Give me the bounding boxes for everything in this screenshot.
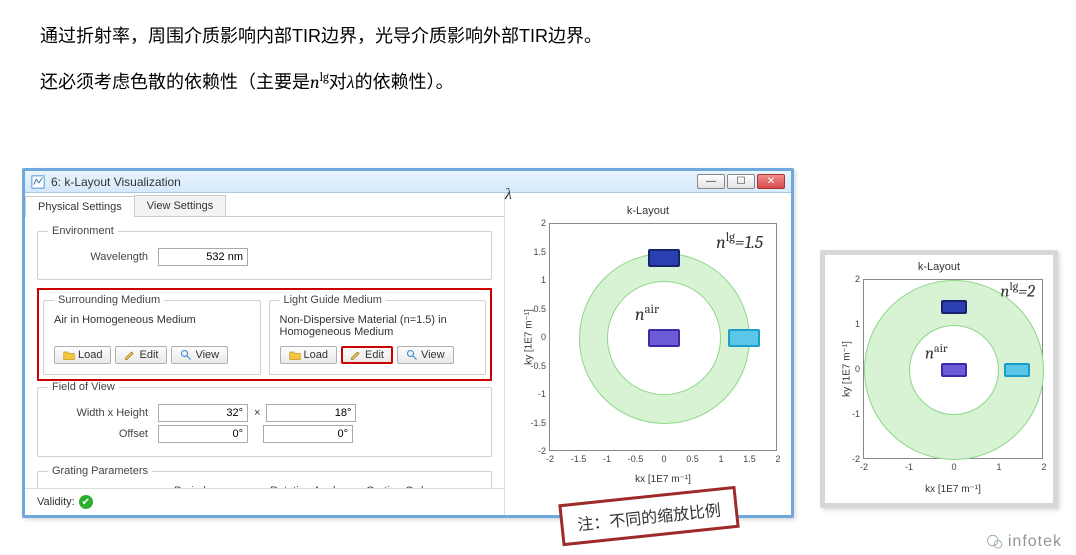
fov-wh-label: Width x Height	[48, 407, 158, 419]
chart-rect-mark	[648, 249, 680, 267]
validity-ok-icon: ✔	[79, 495, 93, 509]
x-tick: 0	[656, 454, 672, 464]
fov-offset-x-input[interactable]	[158, 425, 248, 443]
tab-physical-settings[interactable]: Physical Settings	[25, 196, 135, 217]
chart-rect-mark	[1004, 363, 1029, 377]
surrounding-medium-desc: Air in Homogeneous Medium	[54, 314, 250, 340]
surrounding-medium-legend: Surrounding Medium	[54, 294, 164, 306]
x-tick: -1	[599, 454, 615, 464]
tab-bar: Physical Settings View Settings	[25, 195, 504, 217]
chart-2-inner-annot: nair	[925, 341, 948, 364]
minimize-button[interactable]: —	[697, 174, 725, 189]
x-tick: 1	[713, 454, 729, 464]
chart-1-plot[interactable]: -2-1.5-1-0.500.511.52-2-1.5-1-0.500.511.…	[549, 223, 777, 451]
y-tick: -2	[526, 446, 546, 456]
maximize-button[interactable]: ☐	[727, 174, 755, 189]
wavelength-input[interactable]	[158, 248, 248, 266]
surrounding-load-button[interactable]: Load	[54, 346, 111, 364]
chart-1-title: k-Layout	[505, 203, 791, 219]
chart-1-ylabel: ky [1E7 m⁻¹]	[523, 309, 534, 365]
y-tick: 2	[526, 218, 546, 228]
lightguide-edit-button[interactable]: Edit	[341, 346, 393, 364]
intro-line-2: 还必须考虑色散的依赖性（主要是nlg对λ的依赖性）。	[40, 66, 1036, 99]
chart-2-plot[interactable]: -2-1012-2-1012	[863, 279, 1043, 459]
y-tick: 1	[526, 275, 546, 285]
fov-offset-label: Offset	[48, 428, 158, 440]
wechat-icon	[986, 533, 1004, 551]
titlebar[interactable]: 6: k-Layout Visualization — ☐ ✕	[25, 171, 791, 193]
lightguide-medium-group: Light Guide Medium Non-Dispersive Materi…	[269, 294, 487, 375]
x-tick: -0.5	[628, 454, 644, 464]
environment-group: Environment Wavelength	[37, 225, 492, 280]
wavelength-label: Wavelength	[48, 251, 158, 263]
surrounding-edit-button[interactable]: Edit	[115, 346, 167, 364]
lightguide-medium-legend: Light Guide Medium	[280, 294, 386, 306]
intro-text: 通过折射率，周围介质影响内部TIR边界，光导介质影响外部TIR边界。 还必须考虑…	[0, 0, 1076, 124]
fov-group: Field of View Width x Height × Offset	[37, 381, 492, 457]
k-layout-window: 6: k-Layout Visualization — ☐ ✕ Physical…	[22, 168, 794, 518]
chart-rect-mark	[941, 300, 966, 314]
intro-line-1: 通过折射率，周围介质影响内部TIR边界，光导介质影响外部TIR边界。	[40, 20, 1036, 52]
tab-view-settings[interactable]: View Settings	[134, 195, 226, 216]
window-title: 6: k-Layout Visualization	[51, 175, 181, 189]
times-label: ×	[248, 407, 266, 419]
chart-2-title: k-Layout	[825, 259, 1053, 275]
chart-2-ylabel: ky [1E7 m⁻¹]	[841, 341, 852, 397]
chart-2-xlabel: kx [1E7 m⁻¹]	[925, 484, 981, 495]
chart-rect-mark	[941, 363, 966, 377]
x-tick: 2	[770, 454, 786, 464]
fov-width-input[interactable]	[158, 404, 248, 422]
lightguide-view-button[interactable]: View	[397, 346, 454, 364]
grating-legend: Grating Parameters	[48, 465, 152, 477]
x-tick: 1	[991, 462, 1007, 472]
x-tick: 1.5	[742, 454, 758, 464]
lightguide-medium-desc: Non-Dispersive Material (n=1.5) in Homog…	[280, 314, 476, 340]
y-tick: -1.5	[526, 418, 546, 428]
validity-bar: Validity: ✔	[25, 488, 504, 515]
x-tick: -1	[901, 462, 917, 472]
watermark: infotek	[986, 533, 1062, 551]
chart-2-outer-annot: nlg=2	[1000, 279, 1035, 302]
validity-label: Validity:	[37, 496, 75, 508]
chart-rect-mark	[648, 329, 680, 347]
close-button[interactable]: ✕	[757, 174, 785, 189]
x-tick: 0	[946, 462, 962, 472]
grating-group: Grating Parameters Period Rotation Angle…	[37, 465, 492, 488]
environment-legend: Environment	[48, 225, 118, 237]
y-tick: -2	[840, 454, 860, 464]
y-tick: 1.5	[526, 247, 546, 257]
x-tick: 0.5	[685, 454, 701, 464]
chart-1-inner-annot: nair	[635, 303, 659, 325]
y-tick: 1	[840, 319, 860, 329]
y-tick: -1	[526, 389, 546, 399]
fov-height-input[interactable]	[266, 404, 356, 422]
chart-1-outer-annot: nlg=1.5	[716, 231, 763, 253]
fov-offset-y-input[interactable]	[263, 425, 353, 443]
chart-1-xlabel: kx [1E7 m⁻¹]	[635, 474, 691, 485]
lightguide-load-button[interactable]: Load	[280, 346, 337, 364]
y-tick: 2	[840, 274, 860, 284]
surrounding-medium-group: Surrounding Medium Air in Homogeneous Me…	[43, 294, 261, 375]
lambda-annotation: λ	[505, 185, 512, 204]
fov-legend: Field of View	[48, 381, 119, 393]
x-tick: 2	[1036, 462, 1052, 472]
window-icon	[31, 175, 45, 189]
x-tick: -1.5	[571, 454, 587, 464]
chart-1-area: λ k-Layout -2-1.5-1-0.500.511.52-2-1.5-1…	[505, 193, 791, 515]
y-tick: -1	[840, 409, 860, 419]
chart-2-window: k-Layout -2-1012-2-1012 ky [1E7 m⁻¹] kx …	[820, 250, 1058, 508]
media-highlight-box: Surrounding Medium Air in Homogeneous Me…	[37, 288, 492, 381]
surrounding-view-button[interactable]: View	[171, 346, 228, 364]
chart-rect-mark	[728, 329, 760, 347]
